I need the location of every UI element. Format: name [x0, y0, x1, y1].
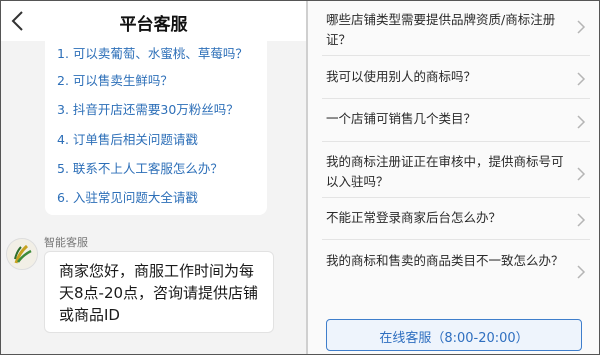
- faq-item-4[interactable]: 4. 订单售后相关问题请戳: [57, 129, 198, 148]
- faq-item-3[interactable]: 3. 抖音开店还需要30万粉丝吗？: [57, 99, 239, 118]
- page-title: 平台客服: [119, 15, 188, 35]
- divider: [322, 239, 590, 240]
- bot-avatar: [6, 238, 38, 270]
- divider: [322, 98, 590, 99]
- faq-item-1[interactable]: 1. 可以卖葡萄、水蜜桃、草莓吗？: [57, 43, 248, 62]
- question-item-4[interactable]: 我的商标注册证正在审核中，提供商标号可以入驻吗？: [326, 152, 571, 192]
- chat-header: 平台客服: [1, 1, 306, 41]
- bot-name: 智能客服: [44, 236, 88, 249]
- faq-item-5[interactable]: 5. 联系不上人工客服怎么办？: [57, 158, 223, 177]
- chevron-right-icon: [576, 264, 586, 279]
- bot-message-text: 商家您好，商服工作时间为每天8点-20点，咨询请提供店铺或商品ID: [59, 262, 259, 324]
- faq-item-2[interactable]: 2. 可以售卖生鲜吗？: [57, 70, 173, 89]
- question-item-1[interactable]: 哪些店铺类型需要提供品牌资质/商标注册证？: [326, 10, 571, 50]
- question-list-panel: 哪些店铺类型需要提供品牌资质/商标注册证？ 我可以使用别人的商标吗？ 一个店铺可…: [308, 1, 599, 354]
- chevron-right-icon: [576, 19, 586, 34]
- question-item-5[interactable]: 不能正常登录商家后台怎么办？: [326, 208, 571, 228]
- screen: 平台客服 1. 可以卖葡萄、水蜜桃、草莓吗？ 2. 可以售卖生鲜吗？ 3. 抖音…: [0, 0, 600, 355]
- chevron-right-icon: [576, 166, 586, 181]
- chat-panel: 平台客服 1. 可以卖葡萄、水蜜桃、草莓吗？ 2. 可以售卖生鲜吗？ 3. 抖音…: [1, 1, 306, 354]
- chevron-right-icon: [576, 71, 586, 86]
- chevron-right-icon: [576, 212, 586, 227]
- faq-card: 1. 可以卖葡萄、水蜜桃、草莓吗？ 2. 可以售卖生鲜吗？ 3. 抖音开店还需要…: [45, 37, 267, 215]
- divider: [322, 197, 590, 198]
- chevron-right-icon: [576, 114, 586, 129]
- divider: [322, 55, 590, 56]
- question-item-3[interactable]: 一个店铺可销售几个类目？: [326, 109, 571, 129]
- question-item-6[interactable]: 我的商标和售卖的商品类目不一致怎么办？: [326, 251, 571, 271]
- online-service-label: 在线客服（8:00-20:00）: [379, 331, 529, 346]
- bot-message-bubble: 商家您好，商服工作时间为每天8点-20点，咨询请提供店铺或商品ID: [44, 251, 274, 333]
- faq-item-6[interactable]: 6. 入驻常见问题大全请戳: [57, 187, 198, 206]
- question-item-2[interactable]: 我可以使用别人的商标吗？: [326, 67, 571, 87]
- divider: [322, 141, 590, 142]
- online-service-button[interactable]: 在线客服（8:00-20:00）: [326, 319, 582, 351]
